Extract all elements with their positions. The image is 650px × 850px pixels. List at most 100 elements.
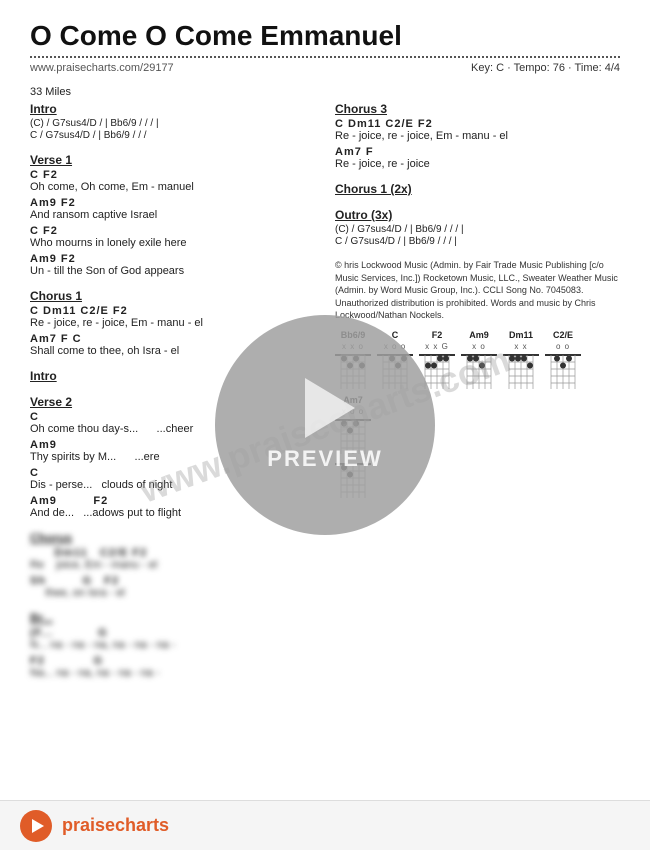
right-column: Chorus 3 C Dm11 C2/E F2 Re - joice, re -… bbox=[335, 102, 620, 691]
verse1-chords1: C F2 bbox=[30, 169, 315, 181]
outro-line1: (C) / G7sus4/D / | Bb6/9 / / / | bbox=[335, 224, 620, 235]
url-label[interactable]: www.praisecharts.com/29177 bbox=[30, 62, 174, 74]
chorus-blurred-lyrics1: Re joice, Em - manu - el bbox=[30, 559, 315, 571]
logo-suffix: secharts bbox=[95, 815, 169, 835]
section-chorus1-2x: Chorus 1 (2x) bbox=[335, 182, 620, 196]
bottom-bar: praisecharts bbox=[0, 800, 650, 850]
chord-f2: F2 x x G bbox=[419, 330, 455, 389]
chorus1-lyrics1: Re - joice, re - joice, Em - manu - el bbox=[30, 317, 315, 329]
bridge-blurred-pair1: (F... G N... na - na - na, na - na - na … bbox=[30, 627, 315, 651]
copyright-text: © hris Lockwood Music (Admin. by Fair Tr… bbox=[335, 260, 618, 320]
verse1-lyrics1: Oh come, Oh come, Em - manuel bbox=[30, 181, 315, 193]
artist-label: 33 Miles bbox=[30, 86, 620, 98]
dotted-divider bbox=[30, 56, 620, 58]
section-verse1: Verse 1 C F2 Oh come, Oh come, Em - manu… bbox=[30, 153, 315, 277]
chorus3-chords2: Am7 F bbox=[335, 146, 620, 158]
verse2-chords1: C bbox=[30, 411, 315, 423]
chorus3-chords1: C Dm11 C2/E F2 bbox=[335, 118, 620, 130]
chorus-blurred-chords2: Sh G F2 bbox=[30, 575, 315, 587]
chorus3-lyrics2: Re - joice, re - joice bbox=[335, 158, 620, 170]
bridge-blurred-chords1: (F... G bbox=[30, 627, 315, 639]
intro-line2: C / G7sus4/D / | Bb6/9 / / / bbox=[30, 130, 315, 141]
verse1-chords3: C F2 bbox=[30, 225, 315, 237]
verse2-lyrics1: Oh come thou day-s... ...cheer bbox=[30, 423, 315, 435]
intro-title: Intro bbox=[30, 102, 315, 116]
logo-prefix: pr bbox=[62, 815, 80, 835]
chorus3-pair1: C Dm11 C2/E F2 Re - joice, re - joice, E… bbox=[335, 118, 620, 142]
verse2-pair2: Am9 Thy spirits by M... ...ere bbox=[30, 439, 315, 463]
chorus1-pair1: C Dm11 C2/E F2 Re - joice, re - joice, E… bbox=[30, 305, 315, 329]
logo-accent: ai bbox=[80, 815, 95, 835]
chorus1-2x-title: Chorus 1 (2x) bbox=[335, 182, 620, 196]
chorus-blurred-pair2: Sh G F2 thee, on Isra - el bbox=[30, 575, 315, 599]
outro-title: Outro (3x) bbox=[335, 208, 620, 222]
intro-line1: (C) / G7sus4/D / | Bb6/9 / / / | bbox=[30, 118, 315, 129]
verse1-chords2: Am9 F2 bbox=[30, 197, 315, 209]
bottom-logo: praisecharts bbox=[62, 815, 169, 836]
verse2-chords3: C bbox=[30, 467, 315, 479]
section-outro: Outro (3x) (C) / G7sus4/D / | Bb6/9 / / … bbox=[335, 208, 620, 247]
play-icon bbox=[32, 819, 44, 833]
section-chorus1: Chorus 1 C Dm11 C2/E F2 Re - joice, re -… bbox=[30, 289, 315, 357]
chord-diagram-small bbox=[335, 460, 620, 501]
section-verse2: Verse 2 C Oh come thou day-s... ...cheer… bbox=[30, 395, 315, 519]
intro2-title: Intro bbox=[30, 369, 315, 383]
verse2-lyrics3: Dis - perse... clouds of night bbox=[30, 479, 315, 491]
section-intro: Intro (C) / G7sus4/D / | Bb6/9 / / / | C… bbox=[30, 102, 315, 141]
verse1-pair4: Am9 F2 Un - till the Son of God appears bbox=[30, 253, 315, 277]
section-bridge-blurred: Br... (F... G N... na - na - na, na - na… bbox=[30, 611, 315, 679]
bridge-blurred-pair2: F2 G Na... na - na, na - na - na - bbox=[30, 655, 315, 679]
chorus3-pair2: Am7 F Re - joice, re - joice bbox=[335, 146, 620, 170]
chord-c2e: C2/E o o bbox=[545, 330, 581, 389]
chord-c: C x o o bbox=[377, 330, 413, 389]
bridge-blurred-lyrics1: N... na - na - na, na - na - na - bbox=[30, 639, 315, 651]
chorus-blurred-lyrics2: thee, on Isra - el bbox=[30, 587, 315, 599]
chorus-blurred-pair1: Dm11 C2/E F2 Re joice, Em - manu - el bbox=[30, 547, 315, 571]
verse1-pair1: C F2 Oh come, Oh come, Em - manuel bbox=[30, 169, 315, 193]
verse2-pair4: Am9 F2 And de... ...adows put to flight bbox=[30, 495, 315, 519]
chord-dm11: Dm11 x x bbox=[503, 330, 539, 389]
verse2-lyrics2: Thy spirits by M... ...ere bbox=[30, 451, 315, 463]
page-title: O Come O Come Emmanuel bbox=[30, 20, 620, 52]
chord-am7: Am7 x o o bbox=[335, 395, 371, 454]
chord-bb69: Bb6/9 x x o bbox=[335, 330, 371, 389]
subtitle-row: www.praisecharts.com/29177 Key: C · Temp… bbox=[30, 62, 620, 74]
verse1-lyrics4: Un - till the Son of God appears bbox=[30, 265, 315, 277]
play-button[interactable] bbox=[20, 810, 52, 842]
verse1-pair2: Am9 F2 And ransom captive Israel bbox=[30, 197, 315, 221]
chorus-blurred-title: Chorus bbox=[30, 531, 315, 545]
verse2-pair3: C Dis - perse... clouds of night bbox=[30, 467, 315, 491]
verse2-chords2: Am9 bbox=[30, 439, 315, 451]
section-chorus3: Chorus 3 C Dm11 C2/E F2 Re - joice, re -… bbox=[335, 102, 620, 170]
verse1-pair3: C F2 Who mourns in lonely exile here bbox=[30, 225, 315, 249]
outro-line2: C / G7sus4/D / | Bb6/9 / / / | bbox=[335, 236, 620, 247]
page-container: O Come O Come Emmanuel www.praisecharts.… bbox=[0, 0, 650, 850]
chorus1-lyrics2: Shall come to thee, oh Isra - el bbox=[30, 345, 315, 357]
bridge-blurred-title: Br... bbox=[30, 611, 315, 625]
chorus1-pair2: Am7 F C Shall come to thee, oh Isra - el bbox=[30, 333, 315, 357]
verse2-lyrics4: And de... ...adows put to flight bbox=[30, 507, 315, 519]
section-chorus-blurred: Chorus Dm11 C2/E F2 Re joice, Em - manu … bbox=[30, 531, 315, 599]
verse1-lyrics3: Who mourns in lonely exile here bbox=[30, 237, 315, 249]
section-intro2: Intro bbox=[30, 369, 315, 383]
verse1-chords4: Am9 F2 bbox=[30, 253, 315, 265]
chord-am9: Am9 x o bbox=[461, 330, 497, 389]
verse2-chords4: Am9 F2 bbox=[30, 495, 315, 507]
bridge-blurred-chords2: F2 G bbox=[30, 655, 315, 667]
key-info: Key: C · Tempo: 76 · Time: 4/4 bbox=[471, 62, 620, 74]
chorus1-chords1: C Dm11 C2/E F2 bbox=[30, 305, 315, 317]
content-columns: Intro (C) / G7sus4/D / | Bb6/9 / / / | C… bbox=[30, 102, 620, 691]
chorus3-title: Chorus 3 bbox=[335, 102, 620, 116]
chorus1-chords2: Am7 F C bbox=[30, 333, 315, 345]
chorus1-title: Chorus 1 bbox=[30, 289, 315, 303]
verse1-title: Verse 1 bbox=[30, 153, 315, 167]
chorus3-lyrics1: Re - joice, re - joice, Em - manu - el bbox=[335, 130, 620, 142]
verse1-lyrics2: And ransom captive Israel bbox=[30, 209, 315, 221]
bridge-blurred-lyrics2: Na... na - na, na - na - na - bbox=[30, 667, 315, 679]
verse2-title: Verse 2 bbox=[30, 395, 315, 409]
chord-diagrams: Bb6/9 x x o bbox=[335, 330, 620, 454]
left-column: Intro (C) / G7sus4/D / | Bb6/9 / / / | C… bbox=[30, 102, 315, 691]
verse2-pair1: C Oh come thou day-s... ...cheer bbox=[30, 411, 315, 435]
chorus-blurred-chords1: Dm11 C2/E F2 bbox=[30, 547, 315, 559]
copyright-block: © hris Lockwood Music (Admin. by Fair Tr… bbox=[335, 259, 620, 322]
